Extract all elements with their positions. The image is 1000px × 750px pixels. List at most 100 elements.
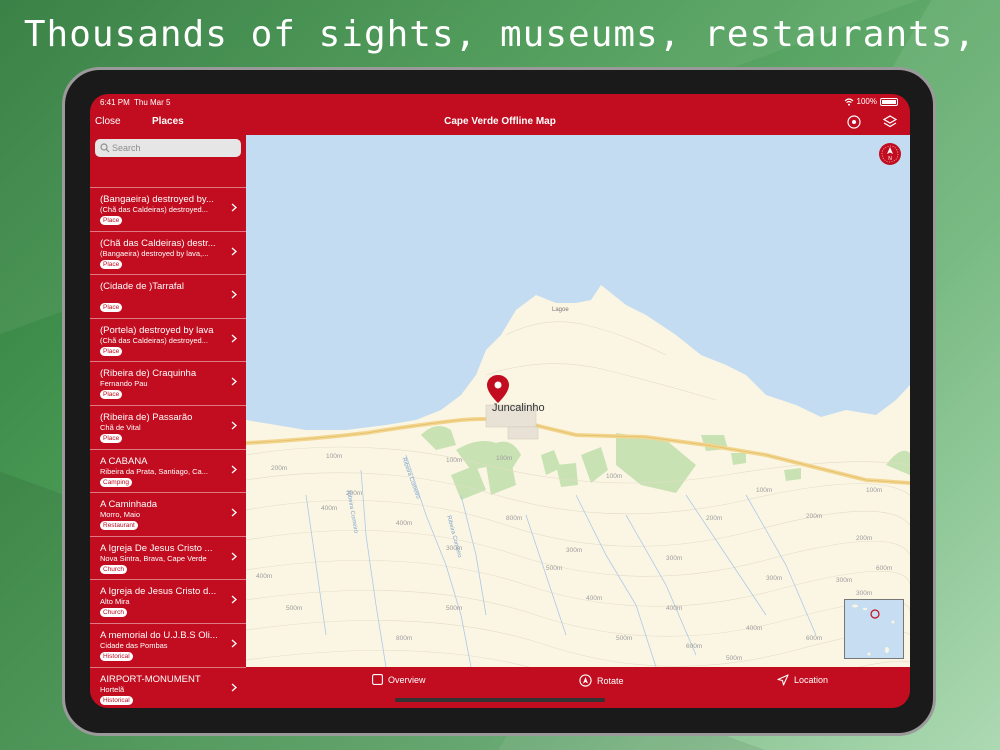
place-name: (Cidade de )Tarrafal: [100, 281, 184, 293]
app-screen: 6:41 PM Thu Mar 5 100% Close Places Cape…: [90, 94, 910, 708]
wifi-icon: [844, 97, 853, 106]
svg-text:N: N: [888, 156, 892, 162]
contour-label: 100m: [866, 487, 883, 494]
camera-dot: [70, 352, 80, 362]
place-list-item[interactable]: (Chã das Caldeiras) destr... (Bangaeira) …: [90, 230, 246, 275]
chevron-right-icon: [231, 421, 237, 430]
place-list-item[interactable]: (Bangaeira) destroyed by... (Chã das Cald…: [90, 187, 246, 231]
contour-label: 500m: [446, 605, 463, 612]
overview-minimap[interactable]: [844, 599, 904, 659]
vegetation-patches: [421, 426, 910, 500]
place-list-item[interactable]: A Igreja de Jesus Cristo d... Alto Mira Ch…: [90, 579, 246, 623]
place-subtitle: (Chã das Caldeiras) destroyed...: [100, 335, 208, 345]
chevron-right-icon: [231, 247, 237, 256]
contour-label: 500m: [546, 565, 563, 572]
status-bar: 6:41 PM Thu Mar 5 100%: [90, 94, 910, 110]
place-subtitle: Ribeira da Prata, Santiago, Ca...: [100, 466, 208, 476]
chevron-right-icon: [231, 639, 237, 648]
contour-label: 100m: [606, 473, 623, 480]
places-sidebar: Search (Bangaeira) destroyed by... (Chã d…: [90, 135, 246, 708]
contour-label: 300m: [566, 547, 583, 554]
places-title: Places: [152, 116, 184, 127]
chevron-right-icon: [231, 683, 237, 692]
chevron-right-icon: [231, 203, 237, 212]
place-name: (Ribeira de) Passarão: [100, 411, 193, 423]
contour-label: 100m: [756, 487, 773, 494]
place-name: A Igreja De Jesus Cristo ...: [100, 542, 213, 554]
overview-label: Overview: [388, 674, 426, 685]
contour-label: 300m: [836, 577, 853, 584]
category-badge: Place: [100, 390, 123, 400]
contour-label: 400m: [666, 605, 683, 612]
search-input[interactable]: Search: [95, 139, 241, 157]
contour-label: 400m: [321, 505, 338, 512]
place-list-item[interactable]: A Caminhada Morro, Maio Restaurant: [90, 492, 246, 536]
contour-label: 100m: [326, 453, 343, 460]
place-list-item[interactable]: (Cidade de )Tarrafal Place: [90, 274, 246, 318]
place-list-item[interactable]: A CABANA Ribeira da Prata, Santiago, Ca..…: [90, 448, 246, 493]
contour-label: 300m: [766, 575, 783, 582]
layers-icon[interactable]: [882, 114, 898, 130]
place-list-item[interactable]: AIRPORT-MONUMENT Hortelã Historical: [90, 666, 246, 708]
place-name: A Igreja de Jesus Cristo d...: [100, 586, 217, 598]
places-list: (Bangaeira) destroyed by... (Chã das Cald…: [90, 187, 246, 708]
close-button[interactable]: Close: [95, 116, 121, 127]
category-badge: Restaurant: [100, 521, 138, 531]
contour-label: 800m: [506, 515, 523, 522]
contour-label: 200m: [271, 465, 288, 472]
place-name: (Portela) destroyed by lava: [100, 324, 214, 336]
chevron-right-icon: [231, 595, 237, 604]
place-list-item[interactable]: (Ribeira de) Craquinha Fernando Pau Place: [90, 361, 246, 405]
contour-label: 600m: [876, 565, 893, 572]
category-badge: Place: [100, 346, 123, 356]
category-badge: Camping: [100, 477, 133, 487]
location-arrow-icon: [777, 674, 789, 686]
place-subtitle: (Bangaeira) destroyed by lava,...: [100, 248, 209, 258]
place-name: A CABANA: [100, 455, 148, 467]
contour-label: 300m: [856, 590, 873, 597]
chevron-right-icon: [231, 465, 237, 474]
place-list-item[interactable]: (Portela) destroyed by lava (Chã das Cald…: [90, 317, 246, 362]
compass-icon[interactable]: N: [878, 142, 902, 166]
place-list-item[interactable]: (Ribeira de) Passarão Chã de Vital Place: [90, 404, 246, 449]
side-button: [70, 415, 78, 423]
chevron-right-icon: [231, 290, 237, 299]
nav-bar: Close Places Cape Verde Offline Map: [90, 110, 910, 135]
category-badge: Place: [100, 259, 123, 269]
chevron-right-icon: [231, 508, 237, 517]
battery-percent: 100%: [856, 97, 877, 106]
contour-label: 100m: [446, 457, 463, 464]
contour-label: 500m: [286, 605, 303, 612]
map-canvas: [246, 135, 910, 667]
map-view[interactable]: Juncalinho Lagoe 100m 100m 100m 100m 100m 100…: [246, 135, 910, 667]
contour-label: 400m: [256, 573, 273, 580]
status-date: Thu Mar 5: [134, 98, 171, 107]
side-button: [70, 437, 78, 445]
search-icon: [100, 143, 110, 153]
place-label-small: Lagoe: [552, 307, 569, 313]
location-label: Location: [794, 675, 829, 685]
overview-button[interactable]: Overview: [372, 674, 426, 685]
contour-label: 400m: [586, 595, 603, 602]
pin-label: Juncalinho: [492, 402, 545, 414]
target-icon[interactable]: [846, 114, 862, 130]
place-list-item[interactable]: A memorial do U.J.B.S Oli... Cidade das P…: [90, 622, 246, 667]
contour-label: 100m: [496, 455, 513, 462]
chevron-right-icon: [231, 552, 237, 561]
category-badge: Place: [100, 303, 123, 313]
chevron-right-icon: [231, 334, 237, 343]
category-badge: Historical: [100, 651, 133, 661]
category-badge: Place: [100, 433, 123, 443]
contour-label: 400m: [746, 625, 763, 632]
map-pin[interactable]: [487, 375, 509, 403]
place-list-item[interactable]: A Igreja De Jesus Cristo ... Nova Sintra,…: [90, 535, 246, 580]
checkbox-icon: [372, 674, 383, 685]
rotate-button[interactable]: Rotate: [579, 674, 624, 687]
place-subtitle: Morro, Maio: [100, 510, 141, 520]
minimap-islands: [852, 604, 895, 656]
sea-area: [246, 135, 910, 430]
home-indicator: [395, 698, 605, 702]
contour-label: 200m: [856, 535, 873, 542]
place-name: AIRPORT-MONUMENT: [100, 673, 201, 685]
location-button[interactable]: Location: [777, 674, 828, 686]
